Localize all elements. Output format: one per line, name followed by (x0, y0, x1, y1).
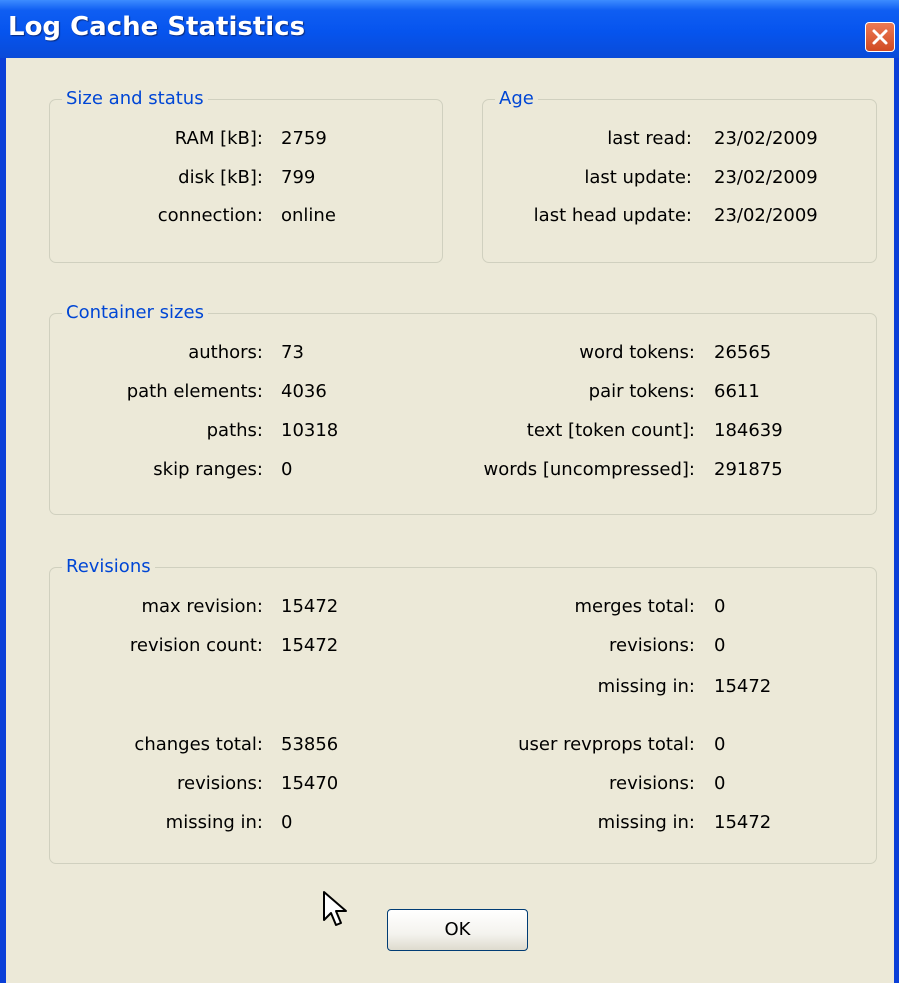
changes-total-label: changes total: (134, 734, 263, 755)
revision-count-value: 15472 (281, 635, 339, 656)
word-tokens-label: word tokens: (579, 342, 695, 363)
last-head-update-value: 23/02/2009 (714, 205, 818, 226)
group-title: Revisions (62, 555, 155, 579)
merges-total-value: 0 (714, 596, 726, 617)
max-revision-label: max revision: (141, 596, 263, 617)
pair-tokens-value: 6611 (714, 381, 760, 402)
mouse-pointer-icon (323, 891, 347, 926)
path-elements-value: 4036 (281, 381, 327, 402)
text-token-count-label: text [token count]: (526, 420, 695, 441)
words-uncompressed-label: words [uncompressed]: (483, 459, 695, 480)
last-head-update-label: last head update: (533, 205, 692, 226)
ram-label: RAM [kB]: (174, 128, 263, 149)
max-revision-value: 15472 (281, 596, 339, 617)
merges-total-label: merges total: (574, 596, 695, 617)
window-title: Log Cache Statistics (8, 12, 306, 42)
changes-missing-in-label: missing in: (165, 812, 263, 833)
user-revprops-total-label: user revprops total: (518, 734, 695, 755)
pair-tokens-label: pair tokens: (588, 381, 695, 402)
last-update-label: last update: (584, 167, 692, 188)
connection-label: connection: (157, 205, 263, 226)
user-revprops-total-value: 0 (714, 734, 726, 755)
ok-button[interactable]: OK (387, 909, 528, 951)
changes-revisions-label: revisions: (177, 773, 263, 794)
connection-value: online (281, 205, 336, 226)
revprops-missing-in-label: missing in: (597, 812, 695, 833)
paths-label: paths: (206, 420, 263, 441)
dialog-window: Log Cache Statistics Size and status Age… (0, 0, 899, 983)
changes-missing-in-value: 0 (281, 812, 293, 833)
skip-ranges-value: 0 (281, 459, 293, 480)
merges-revisions-label: revisions: (609, 635, 695, 656)
last-read-value: 23/02/2009 (714, 128, 818, 149)
word-tokens-value: 26565 (714, 342, 772, 363)
merges-revisions-value: 0 (714, 635, 726, 656)
revision-count-label: revision count: (129, 635, 263, 656)
close-icon (872, 29, 888, 45)
dialog-client-area: Size and status Age Container sizes Revi… (6, 58, 894, 983)
group-title: Container sizes (62, 301, 208, 325)
disk-label: disk [kB]: (178, 167, 263, 188)
merges-missing-in-label: missing in: (597, 676, 695, 697)
authors-label: authors: (188, 342, 263, 363)
title-bar[interactable]: Log Cache Statistics (0, 0, 899, 58)
path-elements-label: path elements: (126, 381, 263, 402)
authors-value: 73 (281, 342, 304, 363)
changes-revisions-value: 15470 (281, 773, 339, 794)
text-token-count-value: 184639 (714, 420, 783, 441)
paths-value: 10318 (281, 420, 339, 441)
revprops-revisions-label: revisions: (609, 773, 695, 794)
group-title: Size and status (62, 87, 208, 111)
close-button[interactable] (865, 22, 895, 52)
last-read-label: last read: (607, 128, 692, 149)
ram-value: 2759 (281, 128, 327, 149)
skip-ranges-label: skip ranges: (153, 459, 263, 480)
merges-missing-in-value: 15472 (714, 676, 772, 697)
last-update-value: 23/02/2009 (714, 167, 818, 188)
words-uncompressed-value: 291875 (714, 459, 783, 480)
revprops-missing-in-value: 15472 (714, 812, 772, 833)
changes-total-value: 53856 (281, 734, 339, 755)
group-title: Age (495, 87, 538, 111)
disk-value: 799 (281, 167, 316, 188)
revprops-revisions-value: 0 (714, 773, 726, 794)
